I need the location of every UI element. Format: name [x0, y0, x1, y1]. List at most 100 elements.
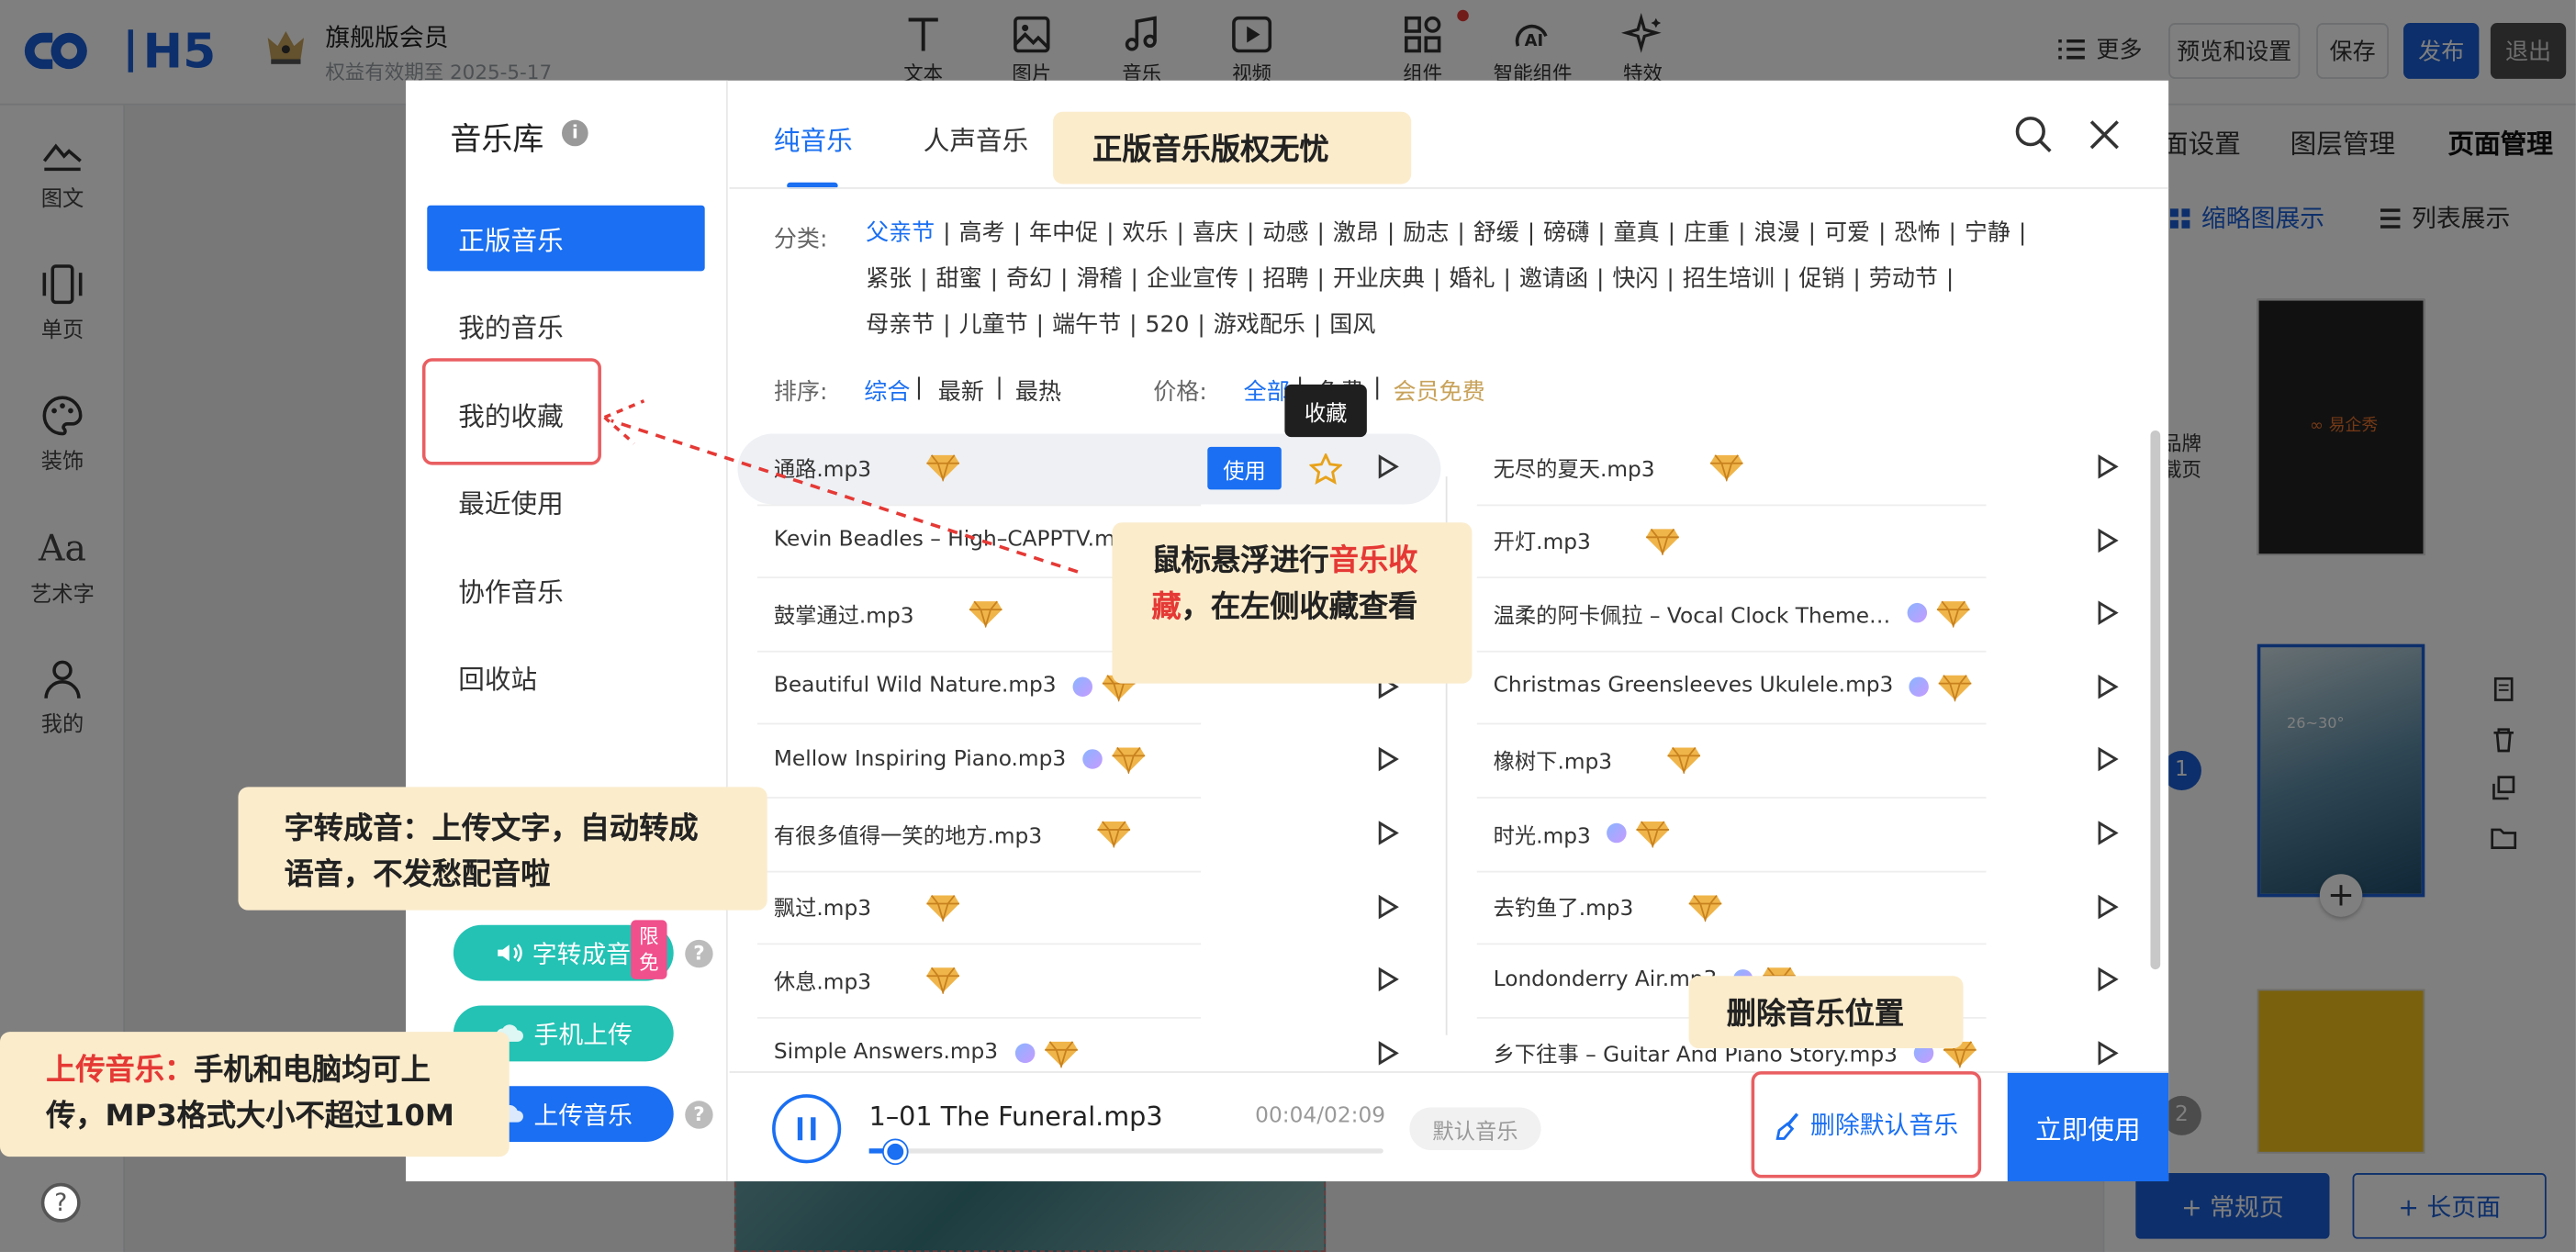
track-time: 00:04/02:09	[1255, 1103, 1386, 1129]
upload-help-icon[interactable]: ?	[685, 1101, 713, 1129]
row-divider	[756, 797, 1202, 799]
vip-diamond-icon	[1636, 818, 1670, 848]
play-icon[interactable]	[2096, 453, 2119, 480]
use-song-button[interactable]: 使用	[1207, 446, 1282, 490]
category-option[interactable]: 动感	[1262, 220, 1308, 247]
category-option[interactable]: 促销	[1798, 266, 1844, 293]
category-option[interactable]: 快闪	[1612, 266, 1658, 293]
progress-knob[interactable]	[883, 1140, 907, 1164]
song-row[interactable]: Mellow Inspiring Piano.mp3	[774, 723, 1201, 796]
song-row[interactable]: 去钓鱼了.mp3	[1494, 870, 1987, 943]
category-option[interactable]: 浪漫	[1754, 220, 1800, 247]
category-option[interactable]: 招聘	[1262, 266, 1308, 293]
vip-diamond-icon	[1667, 745, 1701, 775]
song-name: 开灯.mp3	[1493, 531, 1591, 556]
song-row[interactable]: 无尽的夏天.mp3	[1494, 430, 1987, 503]
song-row[interactable]: 时光.mp3	[1494, 797, 1987, 869]
category-option[interactable]: 高考	[959, 220, 1005, 247]
play-icon[interactable]	[2096, 820, 2119, 846]
use-now-button[interactable]: 立即使用	[2007, 1072, 2169, 1182]
song-row[interactable]: Christmas Greensleeves Ukulele.mp3	[1494, 650, 1987, 722]
category-option[interactable]: 宁静	[1965, 220, 2010, 247]
play-icon[interactable]	[2096, 746, 2119, 773]
song-name: Mellow Inspiring Piano.mp3	[773, 747, 1067, 773]
list-scrollbar[interactable]	[2150, 430, 2161, 970]
category-option[interactable]: 父亲节	[866, 220, 935, 247]
category-option[interactable]: 激昂	[1333, 220, 1379, 247]
category-option[interactable]: 恐怖	[1894, 220, 1940, 247]
category-option[interactable]: 520	[1146, 312, 1190, 339]
category-option[interactable]: 国风	[1329, 312, 1375, 339]
category-option[interactable]: 母亲节	[866, 312, 935, 339]
category-option[interactable]: 可爱	[1824, 220, 1870, 247]
play-icon[interactable]	[1377, 820, 1400, 846]
category-option[interactable]: 喜庆	[1193, 220, 1238, 247]
category-option[interactable]: 劳动节	[1869, 266, 1938, 293]
row-divider	[1476, 943, 1987, 945]
play-icon[interactable]	[2096, 1040, 2119, 1067]
song-row[interactable]: 温柔的阿卡佩拉 – Vocal Clock Theme…	[1494, 577, 1987, 650]
category-option[interactable]: 开业庆典	[1333, 266, 1425, 293]
search-icon[interactable]	[2014, 115, 2054, 154]
row-divider	[1476, 723, 1987, 726]
tab-vocal-music[interactable]: 人声音乐	[924, 118, 1029, 158]
category-option[interactable]: 磅礴	[1543, 220, 1589, 247]
category-option[interactable]: 游戏配乐	[1214, 312, 1305, 339]
close-icon[interactable]	[2087, 117, 2122, 152]
category-option[interactable]: 舒缓	[1473, 220, 1519, 247]
tts-help-icon[interactable]: ?	[685, 939, 713, 968]
category-option[interactable]: 童真	[1614, 220, 1660, 247]
song-row[interactable]: 休息.mp3	[774, 944, 1201, 1016]
sidebar-item-recycle-bin[interactable]: 回收站	[427, 644, 704, 710]
category-option[interactable]: 端午节	[1052, 312, 1121, 339]
category-option[interactable]: 庄重	[1684, 220, 1730, 247]
song-row[interactable]: Simple Answers.mp3	[774, 1017, 1201, 1090]
song-row[interactable]: 有很多值得一笑的地方.mp3	[774, 797, 1201, 869]
sidebar-item-my-music[interactable]: 我的音乐	[427, 293, 704, 359]
category-separator: |	[1013, 219, 1022, 247]
callout-text-to-speech: 字转成音：上传文字，自动转成语音，不发愁配音啦	[238, 787, 767, 911]
category-option[interactable]: 欢乐	[1123, 220, 1169, 247]
pro-badge-icon	[1907, 603, 1927, 623]
delete-default-music-button[interactable]: 删除默认音乐	[1751, 1071, 1982, 1179]
song-row[interactable]: 开灯.mp3	[1494, 504, 1987, 576]
play-icon[interactable]	[2096, 967, 2119, 993]
category-option[interactable]: 年中促	[1029, 220, 1098, 247]
category-option[interactable]: 甜蜜	[936, 266, 982, 293]
pause-button[interactable]	[772, 1094, 842, 1164]
category-option[interactable]: 企业宣传	[1147, 266, 1238, 293]
category-option[interactable]: 励志	[1403, 220, 1449, 247]
tab-pure-music[interactable]: 纯音乐	[774, 118, 853, 158]
vip-diamond-icon	[1689, 891, 1722, 922]
play-icon[interactable]	[1377, 453, 1400, 480]
category-option[interactable]: 婚礼	[1449, 266, 1495, 293]
play-icon[interactable]	[2096, 527, 2119, 553]
price-option-all[interactable]: 全部	[1244, 374, 1290, 408]
category-option[interactable]: 儿童节	[959, 312, 1028, 339]
play-icon[interactable]	[1377, 1040, 1400, 1067]
play-icon[interactable]	[1377, 967, 1400, 993]
category-option[interactable]: 奇幻	[1006, 266, 1052, 293]
play-icon[interactable]	[2096, 600, 2119, 627]
help-icon[interactable]: ?	[40, 1182, 81, 1223]
sidebar-item-licensed-music[interactable]: 正版音乐	[427, 205, 705, 272]
song-row[interactable]: 橡树下.mp3	[1494, 723, 1987, 796]
play-icon[interactable]	[2096, 893, 2119, 920]
category-option[interactable]: 紧张	[866, 266, 912, 293]
play-icon[interactable]	[1377, 893, 1400, 920]
category-separator: |	[1197, 312, 1205, 339]
price-option-member-free[interactable]: 会员免费	[1393, 374, 1484, 408]
info-icon[interactable]: i	[562, 119, 588, 147]
play-icon[interactable]	[1377, 746, 1400, 773]
row-divider	[1476, 650, 1987, 653]
song-row[interactable]: 飘过.mp3	[774, 870, 1201, 943]
vip-diamond-icon	[926, 891, 960, 922]
favorite-star-icon[interactable]	[1309, 453, 1343, 485]
play-icon[interactable]	[2096, 674, 2119, 700]
category-option[interactable]: 邀请函	[1519, 266, 1588, 293]
category-separator: |	[1948, 219, 1956, 247]
category-option[interactable]: 滑稽	[1076, 266, 1122, 293]
progress-track[interactable]	[868, 1148, 1383, 1154]
category-option[interactable]: 招生培训	[1683, 266, 1775, 293]
category-separator: |	[1036, 312, 1045, 339]
